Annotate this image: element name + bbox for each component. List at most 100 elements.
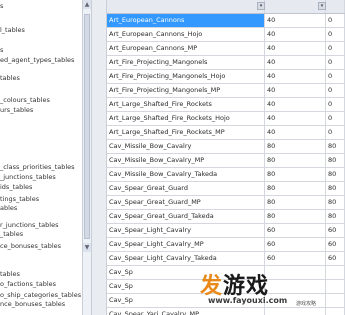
grid-cell-v2[interactable] (326, 266, 345, 279)
grid-cell-v2[interactable]: 0 (326, 42, 345, 55)
tree-item[interactable]: ids_tables (0, 183, 32, 192)
grid-cell-name[interactable]: Art_European_Cannons (107, 14, 265, 27)
tree-item[interactable]: urs_tables (0, 106, 33, 115)
table-row[interactable]: Cav_Spear_Light_Cavalry_Takeda 60 60 (107, 252, 345, 266)
tree-item[interactable]: tings_tables (0, 195, 39, 204)
grid-cell-name[interactable]: Cav_Spear_Great_Guard_MP (107, 196, 265, 209)
tree-item[interactable]: o_factions_tables (0, 280, 56, 289)
grid-cell-v1[interactable]: 60 (265, 238, 326, 251)
grid-cell-name[interactable]: Art_Large_Shafted_Fire_Rockets_MP (107, 126, 265, 139)
tree-item[interactable]: l_tables (0, 26, 25, 35)
tree-item[interactable]: o_ship_categories_tables (0, 291, 81, 300)
table-row[interactable]: Art_Large_Shafted_Fire_Rockets_Hojo 40 0 (107, 112, 345, 126)
grid-cell-name[interactable]: Art_European_Cannons_Hojo (107, 28, 265, 41)
grid-cell-name[interactable]: Cav_Spear_Light_Cavalry_MP (107, 238, 265, 251)
grid-cell-v1[interactable]: 80 (265, 154, 326, 167)
grid-cell-v1[interactable] (265, 266, 326, 279)
table-row[interactable]: Cav_Spear_Great_Guard 80 80 (107, 182, 345, 196)
grid-cell-v2[interactable] (326, 294, 345, 307)
grid-cell-name[interactable]: Cav_Missile_Bow_Cavalry (107, 140, 265, 153)
table-row[interactable]: Cav_Missile_Bow_Cavalry 80 80 (107, 140, 345, 154)
grid-cell-v1[interactable] (265, 0, 326, 13)
grid-cell-name[interactable]: Cav_Spear_Light_Cavalry_Takeda (107, 252, 265, 265)
tree-item[interactable]: tables (0, 270, 20, 279)
table-row[interactable]: Cav_Spear_Light_Cavalry_MP 60 60 (107, 238, 345, 252)
grid-cell-v2[interactable]: 80 (326, 182, 345, 195)
grid-cell-name[interactable]: Cav_Spear_Great_Guard (107, 182, 265, 195)
grid-cell-v1[interactable]: 40 (265, 42, 326, 55)
grid-cell-v1[interactable]: 80 (265, 210, 326, 223)
grid-cell-name[interactable]: Cav_Missile_Bow_Cavalry_MP (107, 154, 265, 167)
grid-cell-v1[interactable]: 40 (265, 14, 326, 27)
table-row[interactable]: Art_Large_Shafted_Fire_Rockets_MP 40 0 (107, 126, 345, 140)
column-dropdown-icon[interactable]: ▾ (318, 2, 326, 10)
grid-cell-v2[interactable]: 0 (326, 126, 345, 139)
table-row[interactable]: Art_European_Cannons_Hojo 40 0 (107, 28, 345, 42)
grid-cell-v1[interactable]: 40 (265, 84, 326, 97)
grid-cell-v2[interactable]: 0 (326, 28, 345, 41)
grid-cell-v2[interactable]: 80 (326, 154, 345, 167)
grid-cell-name[interactable]: Cav_Spear_Yari_Cavalry_MP (107, 308, 265, 315)
table-row[interactable]: Cav_Missile_Bow_Cavalry_Takeda 80 80 (107, 168, 345, 182)
grid-cell-v2[interactable]: 60 (326, 252, 345, 265)
grid-cell-v1[interactable]: 80 (265, 140, 326, 153)
table-row[interactable]: Art_Fire_Projecting_Mangonels_MP 40 0 (107, 84, 345, 98)
grid-cell-v2[interactable]: 0 (326, 98, 345, 111)
grid-cell-v2[interactable]: 60 (326, 224, 345, 237)
grid-cell-name[interactable]: Art_Large_Shafted_Fire_Rockets_Hojo (107, 112, 265, 125)
scroll-thumb[interactable] (84, 14, 90, 239)
grid-cell-v2[interactable]: 80 (326, 140, 345, 153)
tree-item[interactable]: nce_bonuses_tables (0, 300, 65, 309)
table-row[interactable]: Art_Fire_Projecting_Mangonels 40 0 (107, 56, 345, 70)
grid-cell-v2[interactable] (326, 280, 345, 293)
grid-cell-name[interactable]: Art_Fire_Projecting_Mangonels_Hojo (107, 70, 265, 83)
tree-item[interactable]: s (0, 2, 3, 11)
grid-cell-v1[interactable]: 40 (265, 112, 326, 125)
grid-cell-v1[interactable]: 40 (265, 98, 326, 111)
grid-cell-v1[interactable]: 40 (265, 126, 326, 139)
grid-cell-v2[interactable] (326, 0, 345, 13)
grid-cell-v1[interactable]: 40 (265, 28, 326, 41)
grid-cell-name[interactable]: Cav_Missile_Bow_Cavalry_Takeda (107, 168, 265, 181)
tree-item[interactable]: ed_agent_types_tables (0, 56, 74, 65)
table-row[interactable]: Cav_Spear_Light_Cavalry 60 60 (107, 224, 345, 238)
grid-cell-v1[interactable]: 40 (265, 70, 326, 83)
tree-item[interactable]: ables (0, 204, 17, 213)
grid-cell-v2[interactable]: 80 (326, 196, 345, 209)
tree-item[interactable]: _junctions_tables (0, 173, 56, 182)
grid-cell-v2[interactable]: 80 (326, 210, 345, 223)
tree-item[interactable]: _class_priorities_tables (0, 163, 75, 172)
grid-cell-v1[interactable]: 80 (265, 182, 326, 195)
tree-item[interactable]: ce_bonuses_tables (0, 242, 61, 251)
grid-cell-v2[interactable]: 0 (326, 84, 345, 97)
grid-cell-v2[interactable]: 80 (326, 168, 345, 181)
grid-cell-v1[interactable]: 40 (265, 56, 326, 69)
grid-cell-name[interactable]: Art_Fire_Projecting_Mangonels (107, 56, 265, 69)
grid-cell-v1[interactable]: 60 (265, 224, 326, 237)
grid-cell-v2[interactable]: 0 (326, 56, 345, 69)
grid-cell-v2[interactable]: 0 (326, 112, 345, 125)
table-row[interactable]: Art_Large_Shafted_Fire_Rockets 40 0 (107, 98, 345, 112)
tree-item[interactable]: _tables (0, 230, 23, 239)
table-row[interactable]: Cav_Spear_Great_Guard_MP 80 80 (107, 196, 345, 210)
grid-cell-v2[interactable] (326, 308, 345, 315)
grid-cell-v1[interactable]: 80 (265, 168, 326, 181)
grid-cell-v1[interactable] (265, 280, 326, 293)
grid-cell-v2[interactable]: 0 (326, 70, 345, 83)
grid-cell-name[interactable]: Art_Fire_Projecting_Mangonels_MP (107, 84, 265, 97)
tree-item[interactable]: r_junctions_tables (0, 221, 58, 230)
grid-cell-name[interactable] (107, 0, 265, 13)
grid-cell-name[interactable]: Cav_Spear_Great_Guard_Takeda (107, 210, 265, 223)
scroll-down-arrow-icon[interactable]: ▼ (83, 243, 91, 252)
grid-cell-name[interactable]: Cav_Spear_Light_Cavalry (107, 224, 265, 237)
tree-item[interactable]: tables (0, 74, 20, 83)
tree-item[interactable]: s (0, 46, 3, 55)
tree-scrollbar[interactable]: ▲ ▼ (82, 0, 92, 315)
table-row[interactable]: Cav_Missile_Bow_Cavalry_MP 80 80 (107, 154, 345, 168)
table-row[interactable]: Cav_Spear_Great_Guard_Takeda 80 80 (107, 210, 345, 224)
tree-item[interactable]: _colours_tables (0, 96, 50, 105)
grid-cell-name[interactable]: Art_European_Cannons_MP (107, 42, 265, 55)
table-row[interactable]: Art_Fire_Projecting_Mangonels_Hojo 40 0 (107, 70, 345, 84)
column-dropdown-icon[interactable]: ▾ (257, 2, 265, 10)
table-row[interactable]: Art_European_Cannons 40 0 (107, 14, 345, 28)
